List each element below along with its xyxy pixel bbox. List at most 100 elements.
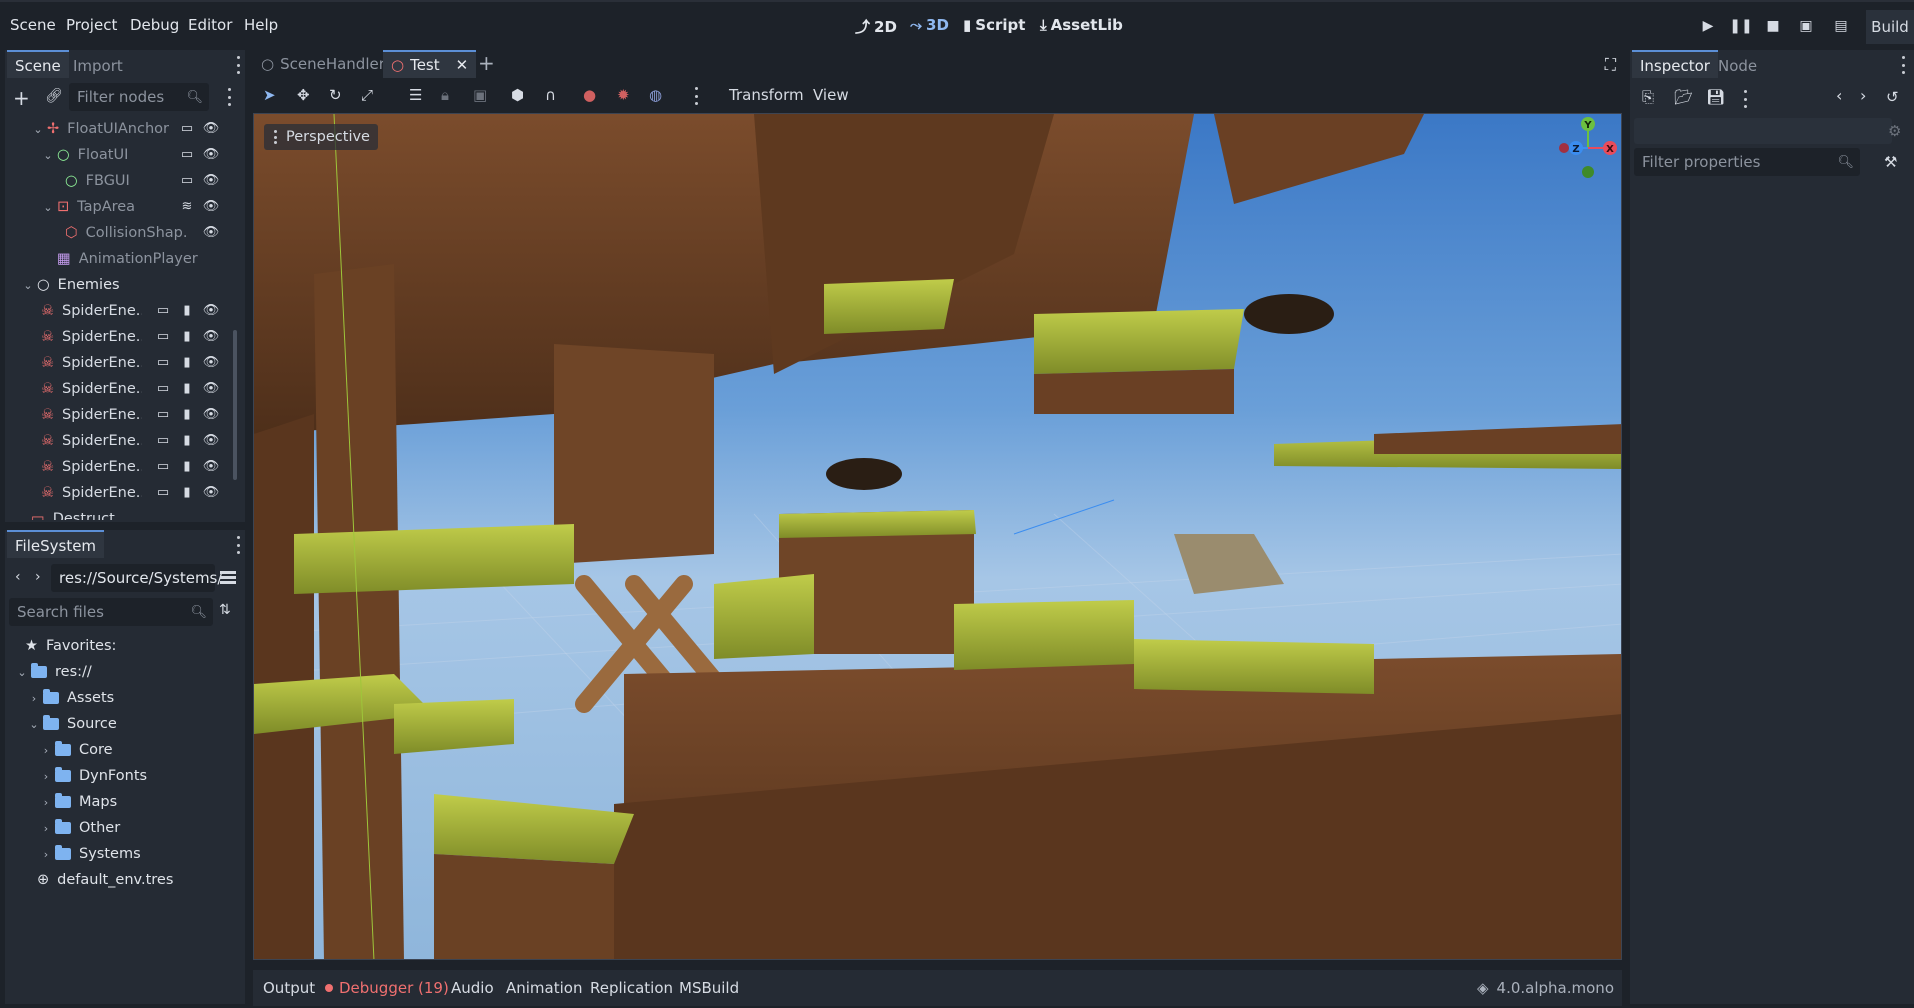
script-icon[interactable]: ▮ — [179, 458, 195, 474]
environment-icon[interactable]: ◍ — [649, 86, 662, 104]
menu-help[interactable]: Help — [244, 16, 278, 34]
tree-node-spider-enemy[interactable]: ☠ SpiderEne... ▭ ▮ 👁︎ — [41, 402, 237, 428]
tab-scene[interactable]: Scene — [7, 50, 69, 78]
visibility-icon[interactable]: 👁︎ — [203, 406, 220, 422]
script-icon[interactable]: ▮ — [179, 380, 195, 396]
inspector-options-icon[interactable] — [1742, 90, 1748, 108]
play-icon[interactable]: ▶ — [1699, 17, 1717, 35]
visibility-icon[interactable]: 👁︎ — [203, 172, 220, 188]
scene-dock-menu-icon[interactable] — [235, 56, 241, 74]
fs-folder-systems[interactable]: › Systems — [39, 841, 141, 867]
visibility-icon[interactable]: 👁︎ — [203, 146, 220, 162]
inspector-menu-icon[interactable] — [1900, 56, 1906, 74]
rotate-tool-icon[interactable]: ↻ — [329, 86, 342, 104]
back-icon[interactable]: ‹ — [15, 569, 21, 585]
tree-node-enemies[interactable]: ⌄ ○ Enemies — [21, 272, 237, 298]
fs-folder-source[interactable]: ⌄ Source — [27, 711, 117, 737]
visibility-icon[interactable]: 👁︎ — [203, 224, 220, 240]
script-icon[interactable]: ▮ — [179, 432, 195, 448]
new-resource-icon[interactable]: ⎘ — [1642, 88, 1654, 106]
tree-node-floatui[interactable]: ⌄ ○ FloatUI ▭ 👁︎ — [41, 142, 237, 168]
menu-debug[interactable]: Debug — [130, 16, 179, 34]
orientation-gizmo[interactable]: Y X Z — [1554, 114, 1622, 194]
script-icon[interactable]: ▮ — [179, 406, 195, 422]
menu-scene[interactable]: Scene — [10, 16, 56, 34]
script-icon[interactable]: ▮ — [179, 354, 195, 370]
scene-instance-icon[interactable]: ▭ — [155, 406, 171, 422]
add-node-icon[interactable]: + — [13, 86, 30, 110]
scene-instance-icon[interactable]: ▭ — [155, 380, 171, 396]
search-files-input[interactable]: Search files 🔍︎ — [9, 598, 213, 626]
link-icon[interactable]: 🔗︎ — [45, 88, 63, 104]
snap-icon[interactable]: ∩ — [545, 86, 556, 104]
tree-node-spider-enemy[interactable]: ☠ SpiderEne... ▭ ▮ 👁︎ — [41, 298, 237, 324]
add-tab-icon[interactable]: + — [478, 51, 495, 75]
play-custom-scene-icon[interactable]: ▤ — [1832, 17, 1850, 35]
fs-favorites[interactable]: ★ Favorites: — [25, 633, 116, 659]
local-space-icon[interactable]: ⬢ — [511, 86, 524, 104]
fs-folder-other[interactable]: › Other — [39, 815, 120, 841]
tree-node-floatuianchor[interactable]: ⌄ ✢ FloatUIAnchor ▭ 👁︎ — [31, 116, 237, 142]
script-icon[interactable]: ▮ — [179, 302, 195, 318]
camera-icon[interactable]: ● — [583, 86, 596, 104]
tools-icon[interactable]: ⚒︎ — [1884, 153, 1897, 171]
tab-node[interactable]: Node — [1710, 52, 1765, 80]
tab-inspector[interactable]: Inspector — [1632, 50, 1718, 78]
visibility-icon[interactable]: 👁︎ — [203, 458, 220, 474]
fullscreen-icon[interactable]: ⛶ — [1605, 55, 1616, 75]
tab-output[interactable]: Output — [263, 979, 315, 997]
tab-filesystem[interactable]: FileSystem — [7, 530, 105, 558]
forward-icon[interactable]: › — [35, 569, 41, 585]
open-folder-icon[interactable]: 📂︎ — [1674, 88, 1693, 106]
tab-animation[interactable]: Animation — [506, 979, 582, 997]
menu-project[interactable]: Project — [66, 16, 117, 34]
perspective-menu[interactable]: Perspective — [264, 124, 378, 150]
pause-icon[interactable]: ❚❚ — [1729, 17, 1752, 35]
signal-icon[interactable]: ≋ — [179, 198, 195, 214]
visibility-icon[interactable]: 👁︎ — [203, 120, 220, 136]
filesystem-menu-icon[interactable] — [235, 536, 241, 554]
tree-node-collisionshape[interactable]: ⬡ CollisionShap... 👁︎ — [65, 220, 237, 246]
visibility-icon[interactable]: 👁︎ — [203, 484, 220, 500]
scene-options-icon[interactable] — [226, 88, 232, 106]
fs-folder-res[interactable]: ⌄ res:// — [15, 659, 92, 685]
scene-tree-scrollbar[interactable] — [233, 330, 237, 480]
3d-viewport[interactable]: Perspective Y X Z — [253, 113, 1622, 960]
tree-node-spider-enemy[interactable]: ☠ SpiderEne... ▭ ▮ 👁︎ — [41, 350, 237, 376]
tree-node-spider-enemy[interactable]: ☠ SpiderEne... ▭ ▮ 👁︎ — [41, 454, 237, 480]
close-icon[interactable]: ✕ — [456, 51, 469, 79]
visibility-icon[interactable]: 👁︎ — [203, 380, 220, 396]
script-icon[interactable]: ▮ — [179, 328, 195, 344]
tree-node-spider-enemy[interactable]: ☠ SpiderEne... ▭ ▮ 👁︎ — [41, 480, 237, 506]
filter-properties-input[interactable]: Filter properties 🔍︎ — [1634, 148, 1860, 176]
workspace-script-button[interactable]: ▮ Script — [963, 16, 1025, 34]
filesystem-path-input[interactable]: res://Source/Systems/ — [51, 564, 222, 592]
scene-instance-icon[interactable]: ▭ — [179, 172, 195, 188]
scale-tool-icon[interactable]: ⤢ — [361, 86, 373, 104]
object-properties-icon[interactable]: ⚙︎ — [1888, 122, 1901, 140]
sort-icon[interactable]: ⇅ — [219, 602, 231, 618]
tab-scenehandler[interactable]: ○ SceneHandler — [253, 50, 393, 78]
tab-audio[interactable]: Audio — [451, 979, 494, 997]
group-icon[interactable]: ▣ — [473, 86, 487, 104]
viewport-options-icon[interactable] — [693, 87, 699, 105]
lock-icon[interactable]: 🔒︎ — [441, 86, 449, 104]
tree-node-spider-enemy[interactable]: ☠ SpiderEne... ▭ ▮ 👁︎ — [41, 376, 237, 402]
visibility-icon[interactable]: 👁︎ — [203, 354, 220, 370]
object-selector[interactable] — [1634, 118, 1892, 144]
select-tool-icon[interactable]: ➤ — [263, 86, 276, 104]
visibility-icon[interactable]: 👁︎ — [203, 198, 220, 214]
tree-node-spider-enemy[interactable]: ☠ SpiderEne... ▭ ▮ 👁︎ — [41, 428, 237, 454]
scene-instance-icon[interactable]: ▭ — [155, 458, 171, 474]
save-icon[interactable]: 💾︎ — [1706, 88, 1725, 106]
view-mode-icon[interactable] — [219, 568, 237, 586]
scene-instance-icon[interactable]: ▭ — [179, 146, 195, 162]
tree-node-animationplayer[interactable]: ▦ AnimationPlayer — [41, 246, 237, 272]
filter-nodes-input[interactable]: Filter nodes 🔍︎ — [69, 83, 209, 111]
scene-instance-icon[interactable]: ▭ — [155, 354, 171, 370]
workspace-2d-button[interactable]: ⤴ 2D — [855, 16, 897, 37]
fs-folder-core[interactable]: › Core — [39, 737, 113, 763]
fs-folder-dynfonts[interactable]: › DynFonts — [39, 763, 147, 789]
tab-import[interactable]: Import — [65, 52, 131, 80]
tab-msbuild[interactable]: MSBuild — [679, 979, 739, 997]
